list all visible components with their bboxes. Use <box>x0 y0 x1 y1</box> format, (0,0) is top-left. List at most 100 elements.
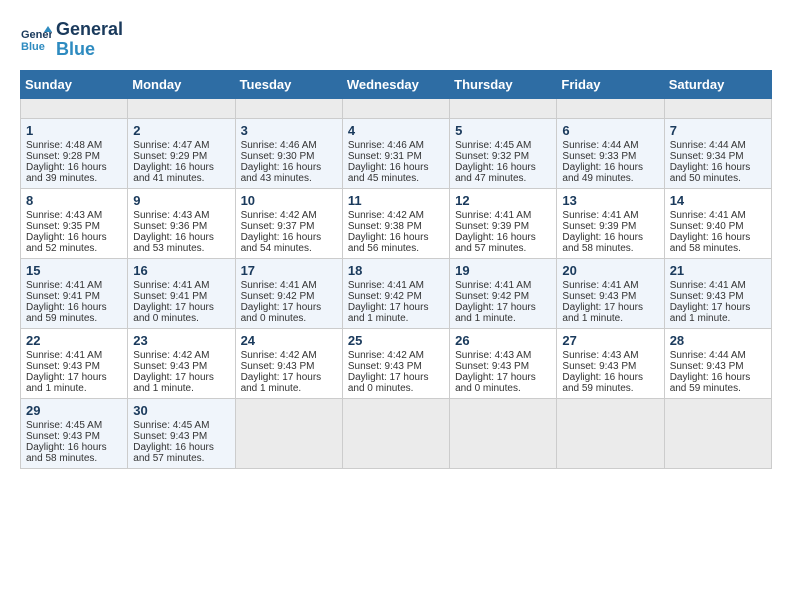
calendar-cell <box>128 98 235 118</box>
daylight-text: Daylight: 16 hours and 58 minutes. <box>26 442 122 464</box>
sunrise-text: Sunrise: 4:45 AM <box>455 140 551 151</box>
sunrise-text: Sunrise: 4:41 AM <box>133 280 229 291</box>
day-number: 5 <box>455 123 551 138</box>
calendar-cell <box>664 98 771 118</box>
weekday-header: Monday <box>128 70 235 98</box>
day-number: 13 <box>562 193 658 208</box>
sunset-text: Sunset: 9:43 PM <box>348 361 444 372</box>
daylight-text: Daylight: 16 hours and 39 minutes. <box>26 162 122 184</box>
logo: General Blue General Blue <box>20 20 123 60</box>
daylight-text: Daylight: 16 hours and 45 minutes. <box>348 162 444 184</box>
sunrise-text: Sunrise: 4:41 AM <box>455 210 551 221</box>
sunset-text: Sunset: 9:36 PM <box>133 221 229 232</box>
calendar-cell: 11Sunrise: 4:42 AMSunset: 9:38 PMDayligh… <box>342 188 449 258</box>
calendar-table: SundayMondayTuesdayWednesdayThursdayFrid… <box>20 70 772 469</box>
weekday-header: Friday <box>557 70 664 98</box>
sunset-text: Sunset: 9:42 PM <box>348 291 444 302</box>
sunrise-text: Sunrise: 4:46 AM <box>241 140 337 151</box>
sunrise-text: Sunrise: 4:41 AM <box>670 210 766 221</box>
calendar-cell: 27Sunrise: 4:43 AMSunset: 9:43 PMDayligh… <box>557 328 664 398</box>
sunset-text: Sunset: 9:43 PM <box>26 361 122 372</box>
sunset-text: Sunset: 9:43 PM <box>133 431 229 442</box>
calendar-cell: 23 Sunrise: 4:42 AMSunset: 9:43 PMDayligh… <box>128 328 235 398</box>
calendar-cell: 14Sunrise: 4:41 AMSunset: 9:40 PMDayligh… <box>664 188 771 258</box>
calendar-cell <box>21 98 128 118</box>
svg-text:Blue: Blue <box>21 41 45 53</box>
calendar-cell: 30Sunrise: 4:45 AMSunset: 9:43 PMDayligh… <box>128 398 235 468</box>
calendar-cell: 20Sunrise: 4:41 AMSunset: 9:43 PMDayligh… <box>557 258 664 328</box>
calendar-cell <box>235 98 342 118</box>
daylight-text: Daylight: 16 hours and 41 minutes. <box>133 162 229 184</box>
logo-text: General Blue <box>56 20 123 60</box>
day-number: 17 <box>241 263 337 278</box>
weekday-header: Thursday <box>450 70 557 98</box>
sunrise-text: Sunrise: 4:41 AM <box>26 350 122 361</box>
daylight-text: Daylight: 16 hours and 54 minutes. <box>241 232 337 254</box>
daylight-text: Daylight: 17 hours and 1 minute. <box>670 302 766 324</box>
calendar-cell: 29Sunrise: 4:45 AMSunset: 9:43 PMDayligh… <box>21 398 128 468</box>
calendar-cell <box>342 398 449 468</box>
daylight-text: Daylight: 16 hours and 52 minutes. <box>26 232 122 254</box>
sunrise-text: Sunrise: 4:48 AM <box>26 140 122 151</box>
sunrise-text: Sunrise: 4:45 AM <box>133 420 229 431</box>
calendar-cell: 15Sunrise: 4:41 AMSunset: 9:41 PMDayligh… <box>21 258 128 328</box>
daylight-text: Daylight: 16 hours and 43 minutes. <box>241 162 337 184</box>
sunset-text: Sunset: 9:39 PM <box>562 221 658 232</box>
daylight-text: Daylight: 17 hours and 1 minute. <box>133 372 229 394</box>
day-number: 6 <box>562 123 658 138</box>
calendar-cell <box>664 398 771 468</box>
weekday-header: Tuesday <box>235 70 342 98</box>
sunset-text: Sunset: 9:29 PM <box>133 151 229 162</box>
sunset-text: Sunset: 9:28 PM <box>26 151 122 162</box>
sunrise-text: Sunrise: 4:44 AM <box>562 140 658 151</box>
sunset-text: Sunset: 9:41 PM <box>26 291 122 302</box>
calendar-cell: 4Sunrise: 4:46 AMSunset: 9:31 PMDaylight… <box>342 118 449 188</box>
sunrise-text: Sunrise: 4:41 AM <box>241 280 337 291</box>
calendar-cell: 26Sunrise: 4:43 AMSunset: 9:43 PMDayligh… <box>450 328 557 398</box>
calendar-cell: 28Sunrise: 4:44 AMSunset: 9:43 PMDayligh… <box>664 328 771 398</box>
sunset-text: Sunset: 9:43 PM <box>241 361 337 372</box>
calendar-cell: 17Sunrise: 4:41 AMSunset: 9:42 PMDayligh… <box>235 258 342 328</box>
calendar-cell: 16Sunrise: 4:41 AMSunset: 9:41 PMDayligh… <box>128 258 235 328</box>
daylight-text: Daylight: 16 hours and 53 minutes. <box>133 232 229 254</box>
sunrise-text: Sunrise: 4:45 AM <box>26 420 122 431</box>
daylight-text: Daylight: 17 hours and 1 minute. <box>348 302 444 324</box>
sunset-text: Sunset: 9:43 PM <box>133 361 229 372</box>
sunset-text: Sunset: 9:31 PM <box>348 151 444 162</box>
calendar-cell: 22Sunrise: 4:41 AMSunset: 9:43 PMDayligh… <box>21 328 128 398</box>
sunset-text: Sunset: 9:43 PM <box>562 361 658 372</box>
daylight-text: Daylight: 16 hours and 59 minutes. <box>26 302 122 324</box>
sunrise-text: Sunrise: 4:42 AM <box>348 210 444 221</box>
daylight-text: Daylight: 17 hours and 1 minute. <box>26 372 122 394</box>
day-number: 26 <box>455 333 551 348</box>
calendar-cell <box>450 398 557 468</box>
day-number: 30 <box>133 403 229 418</box>
day-number: 20 <box>562 263 658 278</box>
daylight-text: Daylight: 16 hours and 47 minutes. <box>455 162 551 184</box>
sunset-text: Sunset: 9:43 PM <box>26 431 122 442</box>
sunrise-text: Sunrise: 4:42 AM <box>241 350 337 361</box>
day-number: 2 <box>133 123 229 138</box>
day-number: 23 <box>133 333 229 348</box>
sunset-text: Sunset: 9:33 PM <box>562 151 658 162</box>
sunrise-text: Sunrise: 4:42 AM <box>133 350 229 361</box>
day-number: 8 <box>26 193 122 208</box>
day-number: 19 <box>455 263 551 278</box>
daylight-text: Daylight: 17 hours and 0 minutes. <box>348 372 444 394</box>
sunset-text: Sunset: 9:43 PM <box>562 291 658 302</box>
calendar-cell <box>235 398 342 468</box>
sunrise-text: Sunrise: 4:47 AM <box>133 140 229 151</box>
day-number: 28 <box>670 333 766 348</box>
sunset-text: Sunset: 9:30 PM <box>241 151 337 162</box>
sunset-text: Sunset: 9:41 PM <box>133 291 229 302</box>
daylight-text: Daylight: 16 hours and 56 minutes. <box>348 232 444 254</box>
day-number: 27 <box>562 333 658 348</box>
daylight-text: Daylight: 17 hours and 0 minutes. <box>241 302 337 324</box>
calendar-cell: 24Sunrise: 4:42 AMSunset: 9:43 PMDayligh… <box>235 328 342 398</box>
calendar-cell: 3Sunrise: 4:46 AMSunset: 9:30 PMDaylight… <box>235 118 342 188</box>
sunset-text: Sunset: 9:35 PM <box>26 221 122 232</box>
sunrise-text: Sunrise: 4:41 AM <box>670 280 766 291</box>
day-number: 25 <box>348 333 444 348</box>
daylight-text: Daylight: 16 hours and 58 minutes. <box>562 232 658 254</box>
calendar-cell <box>557 398 664 468</box>
